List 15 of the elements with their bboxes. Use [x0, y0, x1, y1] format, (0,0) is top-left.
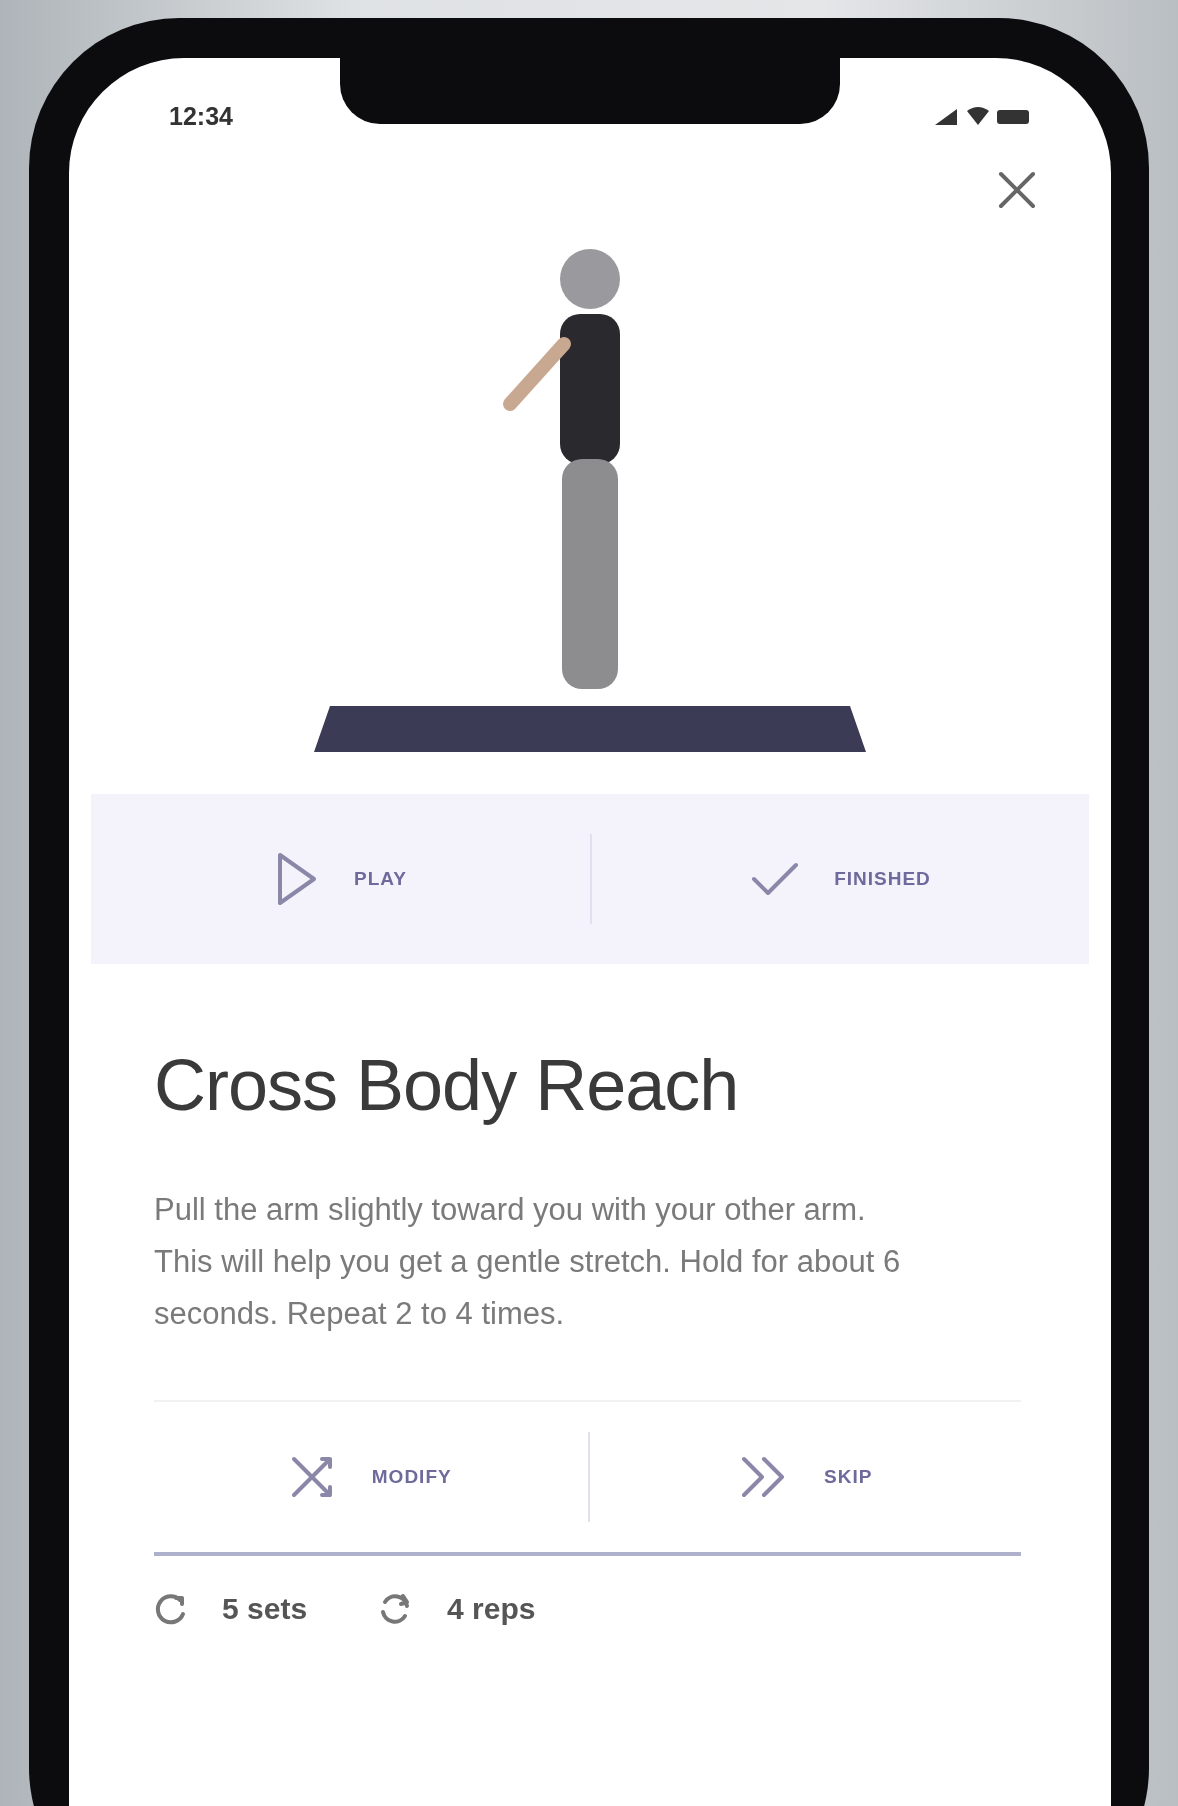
wifi-icon — [967, 107, 989, 125]
exercise-title: Cross Body Reach — [154, 1044, 740, 1126]
action-button[interactable]: PLAY — [91, 834, 590, 924]
battery-icon — [997, 110, 1029, 124]
status-time: 12:34 — [169, 101, 233, 131]
signal-icon — [935, 109, 957, 125]
stat-label: 5 sets — [222, 1592, 308, 1626]
action-button[interactable]: MODIFY — [154, 1432, 588, 1522]
exercise-description: Pull the arm slightly toward you with your other arm. This will help you get a gentle stretch. Hold for about 6 seconds. Repeat 2 to 4 times. — [154, 1191, 902, 1333]
action-button[interactable]: SKIP — [587, 1432, 1021, 1522]
action-button[interactable]: FINISHED — [590, 834, 1089, 924]
stat-label: 4 reps — [447, 1592, 536, 1626]
check-icon — [750, 861, 801, 897]
rotate-icon — [154, 1592, 188, 1626]
close-icon — [997, 170, 1037, 210]
